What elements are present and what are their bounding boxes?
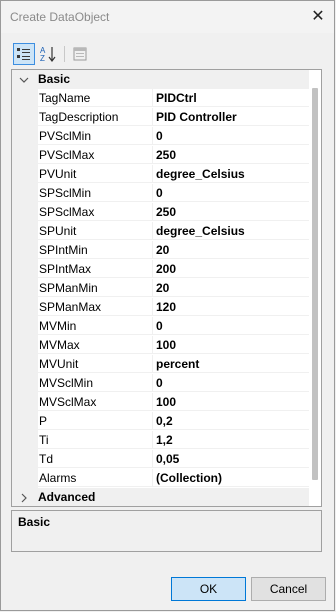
toolbar-separator — [64, 46, 65, 62]
property-row[interactable]: SPIntMax 200 — [12, 260, 309, 279]
categorized-view-button[interactable] — [13, 43, 35, 65]
property-row[interactable]: Td 0,05 — [12, 450, 309, 469]
svg-text:Z: Z — [40, 54, 45, 63]
property-grid-toolbar: A Z — [11, 41, 323, 67]
category-toggle[interactable] — [18, 488, 30, 506]
property-row[interactable]: SPUnit degree_Celsius — [12, 222, 309, 241]
property-name[interactable]: MVSclMin — [38, 374, 152, 392]
chevron-down-icon — [19, 77, 29, 83]
property-name[interactable]: TagDescription — [38, 108, 152, 126]
property-row[interactable]: PVSclMin 0 — [12, 127, 309, 146]
property-name[interactable]: SPManMin — [38, 279, 152, 297]
property-name[interactable]: PVUnit — [38, 165, 152, 183]
property-name[interactable]: Td — [38, 450, 152, 468]
cancel-button[interactable]: Cancel — [251, 577, 326, 601]
property-value[interactable]: 200 — [152, 260, 309, 278]
property-name[interactable]: PVSclMin — [38, 127, 152, 145]
category-toggle[interactable] — [18, 70, 30, 89]
property-value[interactable]: 100 — [152, 336, 309, 354]
property-name[interactable]: MVSclMax — [38, 393, 152, 411]
property-value[interactable]: 0,05 — [152, 450, 309, 468]
property-name[interactable]: SPSclMin — [38, 184, 152, 202]
property-value[interactable]: (Collection) — [152, 469, 309, 487]
property-value[interactable]: 100 — [152, 393, 309, 411]
property-name[interactable]: TagName — [38, 89, 152, 107]
property-pages-icon — [73, 47, 87, 61]
vertical-scrollbar[interactable] — [309, 70, 321, 506]
property-value[interactable]: 20 — [152, 279, 309, 297]
property-value[interactable]: 0 — [152, 127, 309, 145]
property-row[interactable]: SPManMax 120 — [12, 298, 309, 317]
property-row[interactable]: TagName PIDCtrl — [12, 89, 309, 108]
property-name[interactable]: SPManMax — [38, 298, 152, 316]
description-title: Basic — [18, 515, 51, 529]
property-value[interactable]: 0 — [152, 184, 309, 202]
property-row[interactable]: MVSclMin 0 — [12, 374, 309, 393]
description-panel: Basic — [11, 510, 322, 552]
property-row[interactable]: SPIntMin 20 — [12, 241, 309, 260]
property-name[interactable]: MVMin — [38, 317, 152, 335]
property-row[interactable]: MVSclMax 100 — [12, 393, 309, 412]
property-pages-button[interactable] — [69, 43, 91, 65]
category-row-advanced[interactable]: Advanced — [12, 488, 309, 506]
property-row[interactable]: SPSclMax 250 — [12, 203, 309, 222]
category-label: Advanced — [38, 490, 96, 504]
property-row[interactable]: PVUnit degree_Celsius — [12, 165, 309, 184]
category-label: Basic — [38, 72, 71, 86]
property-value[interactable]: PIDCtrl — [152, 89, 309, 107]
property-value[interactable]: 20 — [152, 241, 309, 259]
property-row[interactable]: MVMin 0 — [12, 317, 309, 336]
property-row[interactable]: MVMax 100 — [12, 336, 309, 355]
property-name[interactable]: MVUnit — [38, 355, 152, 373]
chevron-right-icon — [21, 493, 27, 502]
property-row[interactable]: Alarms (Collection) — [12, 469, 309, 488]
property-value[interactable]: 0 — [152, 374, 309, 392]
property-row[interactable]: P 0,2 — [12, 412, 309, 431]
property-name[interactable]: Ti — [38, 431, 152, 449]
property-row[interactable]: SPManMin 20 — [12, 279, 309, 298]
property-value[interactable]: PID Controller — [152, 108, 309, 126]
property-row[interactable]: SPSclMin 0 — [12, 184, 309, 203]
property-value[interactable]: degree_Celsius — [152, 222, 309, 240]
property-value[interactable]: 120 — [152, 298, 309, 316]
category-row-basic[interactable]: Basic — [12, 70, 309, 89]
property-row[interactable]: TagDescription PID Controller — [12, 108, 309, 127]
property-value[interactable]: 1,2 — [152, 431, 309, 449]
property-name[interactable]: MVMax — [38, 336, 152, 354]
categorized-icon — [17, 48, 30, 60]
title-bar: Create DataObject ✕ — [1, 1, 334, 33]
alphabetical-sort-icon: A Z — [40, 46, 56, 63]
property-name[interactable]: PVSclMax — [38, 146, 152, 164]
property-value[interactable]: 0,2 — [152, 412, 309, 430]
property-value[interactable]: percent — [152, 355, 309, 373]
property-value[interactable]: 250 — [152, 146, 309, 164]
window-title: Create DataObject — [10, 10, 110, 24]
property-row[interactable]: MVUnit percent — [12, 355, 309, 374]
property-name[interactable]: SPUnit — [38, 222, 152, 240]
property-name[interactable]: P — [38, 412, 152, 430]
alphabetical-sort-button[interactable]: A Z — [37, 43, 59, 65]
property-name[interactable]: SPIntMax — [38, 260, 152, 278]
property-row[interactable]: PVSclMax 250 — [12, 146, 309, 165]
property-value[interactable]: degree_Celsius — [152, 165, 309, 183]
property-value[interactable]: 0 — [152, 317, 309, 335]
property-name[interactable]: Alarms — [38, 469, 152, 487]
scrollbar-thumb[interactable] — [312, 88, 318, 480]
property-row[interactable]: Ti 1,2 — [12, 431, 309, 450]
property-name[interactable]: SPIntMin — [38, 241, 152, 259]
close-icon[interactable]: ✕ — [306, 5, 330, 29]
property-grid: Basic TagName PIDCtrl TagDescription PID Con… — [11, 69, 322, 507]
property-value[interactable]: 250 — [152, 203, 309, 221]
property-name[interactable]: SPSclMax — [38, 203, 152, 221]
ok-button[interactable]: OK — [171, 577, 246, 601]
property-rows: Basic TagName PIDCtrl TagDescription PID Con… — [12, 70, 309, 506]
dialog-window: Create DataObject ✕ A Z Basic TagName PI… — [0, 0, 335, 611]
